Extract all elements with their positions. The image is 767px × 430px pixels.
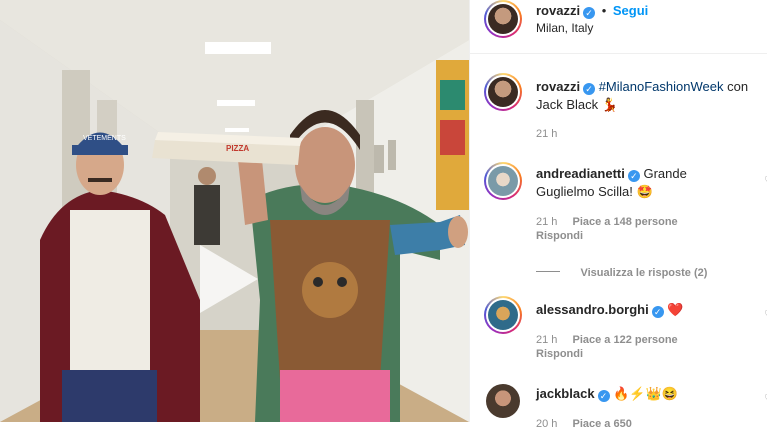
reply-button[interactable]: Rispondi	[536, 348, 583, 360]
comment-time[interactable]: 21 h	[536, 334, 557, 346]
post-location[interactable]: Milan, Italy	[536, 21, 593, 35]
star-eyes-emoji: 🤩	[636, 184, 653, 199]
author-username[interactable]: rovazzi	[536, 3, 580, 18]
dancer-emoji: 💃	[601, 97, 618, 112]
comment-username[interactable]: andreadianetti	[536, 166, 625, 181]
comment-body: Grande	[643, 166, 687, 181]
commenter-avatar[interactable]	[484, 296, 522, 334]
comment-meta: 21 h Piace a 148 persone Rispondi	[536, 216, 678, 244]
caption-text: rovazzi ✓ #MilanoFashionWeek con Jack Bla…	[536, 78, 762, 114]
verified-icon: ✓	[583, 83, 596, 95]
separator-dot: •	[601, 3, 607, 18]
heart-emoji: ❤️	[667, 302, 684, 317]
caption-avatar[interactable]	[484, 73, 522, 111]
comment-text: alessandro.borghi ✓ ❤️	[536, 301, 762, 319]
comment-meta: 21 h Piace a 122 persone Rispondi	[536, 334, 678, 362]
commenter-avatar[interactable]	[484, 162, 522, 200]
verified-icon: ✓	[597, 390, 610, 402]
view-replies[interactable]: Visualizza le risposte (2)	[536, 263, 707, 281]
follow-button[interactable]: Segui	[613, 3, 648, 18]
post-sidebar: rovazzi ✓ • Segui Milan, Italy rovazzi ✓ #…	[469, 0, 767, 430]
caption-username[interactable]: rovazzi	[536, 79, 580, 94]
emoji-string: 🔥⚡👑😆	[613, 386, 678, 401]
comment-time[interactable]: 20 h	[536, 418, 557, 430]
play-icon[interactable]	[200, 245, 258, 313]
comment-text: andreadianetti ✓ Grande Guglielmo Scilla!…	[536, 165, 762, 201]
hashtag-link[interactable]: #MilanoFashionWeek	[599, 79, 724, 94]
caption-text-part: con	[723, 79, 749, 94]
commenter-avatar[interactable]	[486, 384, 520, 418]
view-replies-label[interactable]: Visualizza le risposte (2)	[580, 267, 707, 279]
reply-button[interactable]: Rispondi	[536, 230, 583, 242]
verified-icon: ✓	[583, 7, 596, 19]
post-media[interactable]: VETEMENTS PIZZA	[0, 0, 469, 422]
post-header: rovazzi ✓ • Segui Milan, Italy	[470, 0, 767, 54]
comment-body-line2: Guglielmo Scilla!	[536, 184, 633, 199]
comment-time[interactable]: 21 h	[536, 216, 557, 228]
comment-likes[interactable]: Piace a 122 persone	[572, 334, 677, 346]
comment-username[interactable]: jackblack	[536, 386, 595, 401]
comment-meta: 20 h Piace a 650	[536, 418, 632, 430]
comment-username[interactable]: alessandro.borghi	[536, 302, 649, 317]
comment-likes[interactable]: Piace a 650	[572, 418, 631, 430]
caption-time[interactable]: 21 h	[536, 128, 557, 140]
verified-icon: ✓	[651, 306, 664, 318]
comment-likes[interactable]: Piace a 148 persone	[572, 216, 677, 228]
author-row: rovazzi ✓ • Segui	[536, 3, 648, 19]
verified-icon: ✓	[627, 170, 640, 182]
video-frame: VETEMENTS PIZZA	[0, 0, 469, 422]
author-avatar[interactable]	[484, 0, 522, 38]
replies-line	[536, 271, 560, 273]
caption-text-line2: Jack Black	[536, 97, 599, 112]
comment-text: jackblack ✓ 🔥⚡👑😆	[536, 385, 762, 403]
svg-text:VETEMENTS: VETEMENTS	[83, 135, 126, 142]
svg-text:PIZZA: PIZZA	[226, 144, 249, 153]
